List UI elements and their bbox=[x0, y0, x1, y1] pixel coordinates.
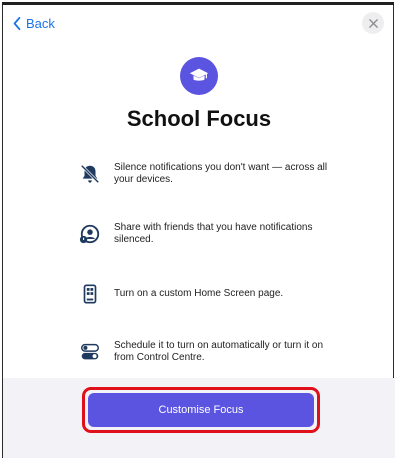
bell-slash-icon bbox=[78, 162, 102, 186]
feature-share: Share with friends that you have notific… bbox=[78, 222, 328, 246]
feature-text: Silence notifications you don't want — a… bbox=[114, 162, 328, 185]
feature-silence: Silence notifications you don't want — a… bbox=[78, 162, 328, 186]
feature-schedule: Schedule it to turn on automatically or … bbox=[78, 340, 328, 364]
graduation-cap-icon bbox=[180, 57, 218, 95]
share-status-icon bbox=[78, 222, 102, 246]
feature-text: Turn on a custom Home Screen page. bbox=[114, 288, 284, 299]
close-button[interactable] bbox=[362, 12, 384, 34]
close-icon bbox=[368, 18, 378, 28]
home-screen-page-icon bbox=[78, 282, 102, 306]
toggle-switches-icon bbox=[78, 340, 102, 364]
chevron-left-icon bbox=[13, 17, 21, 30]
feature-home-screen: Turn on a custom Home Screen page. bbox=[78, 282, 328, 306]
back-button[interactable]: Back bbox=[12, 16, 55, 31]
back-label: Back bbox=[26, 16, 55, 31]
customise-focus-button[interactable]: Customise Focus bbox=[88, 393, 314, 427]
feature-text: Schedule it to turn on automatically or … bbox=[114, 340, 324, 363]
page-title: School Focus bbox=[126, 106, 272, 131]
top-border bbox=[2, 2, 394, 5]
feature-text: Share with friends that you have notific… bbox=[114, 222, 313, 245]
